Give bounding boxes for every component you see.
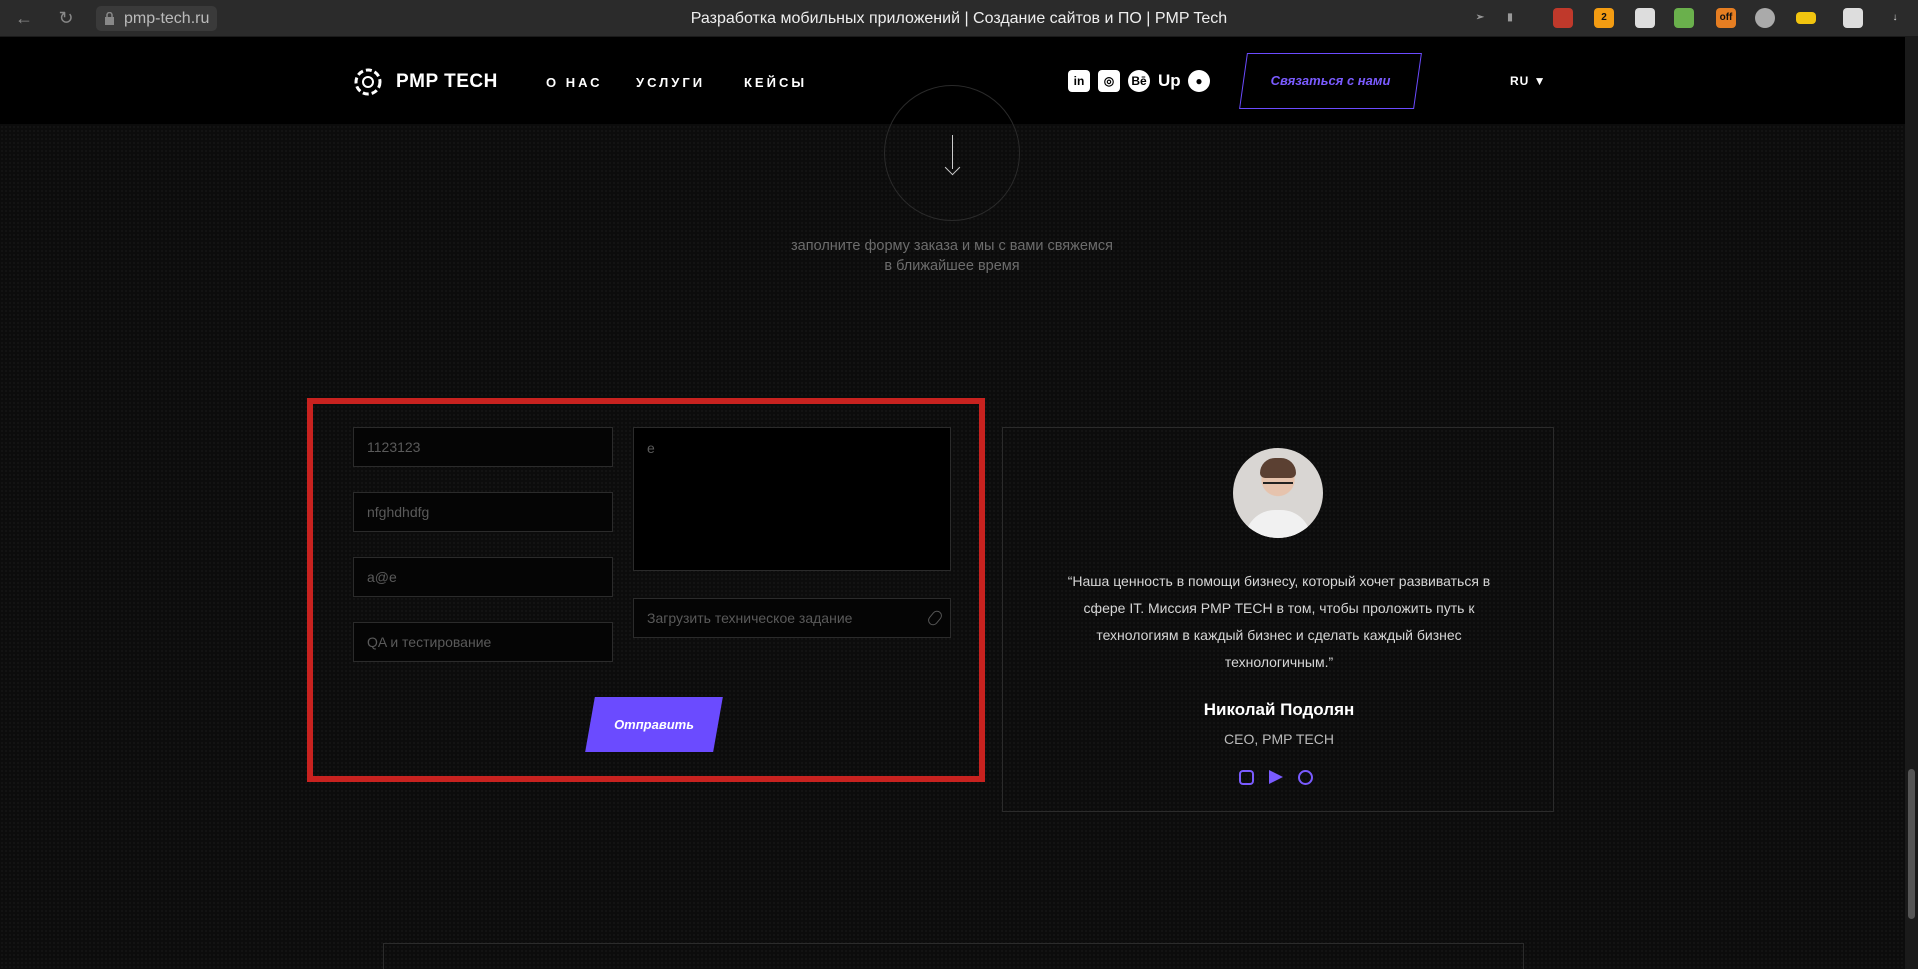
share-icon[interactable]: ➢ xyxy=(1470,8,1490,28)
page-content: PMP TECH О НАС УСЛУГИ КЕЙСЫ in ◎ Bē Up ●… xyxy=(0,37,1905,969)
reload-icon[interactable]: ↻ xyxy=(56,8,76,28)
ceo-quote: “Наша ценность в помощи бизнесу, который… xyxy=(1067,573,1491,670)
lock-icon xyxy=(105,12,114,25)
contact-us-label: Связаться с нами xyxy=(1270,73,1391,88)
bookmark-icon[interactable]: ▮ xyxy=(1500,8,1520,28)
paperclip-icon xyxy=(926,608,944,628)
behance-icon[interactable]: Bē xyxy=(1128,70,1150,92)
browser-toolbar: ← ↻ pmp-tech.ru Разработка мобильных при… xyxy=(0,0,1918,37)
language-value: RU xyxy=(1510,74,1530,88)
whatsapp-icon[interactable] xyxy=(1298,770,1313,785)
contact-us-button[interactable]: Связаться с нами xyxy=(1239,53,1422,109)
back-icon[interactable]: ← xyxy=(14,8,34,28)
url-text: pmp-tech.ru xyxy=(124,10,210,27)
submit-label: Отправить xyxy=(614,717,694,732)
nav-cases[interactable]: КЕЙСЫ xyxy=(744,75,807,90)
logo-icon xyxy=(354,68,382,96)
telegram-icon[interactable] xyxy=(1269,770,1283,784)
github-icon[interactable]: ● xyxy=(1188,70,1210,92)
submit-button[interactable]: Отправить xyxy=(585,697,723,752)
avatar xyxy=(1233,448,1323,538)
address-bar[interactable]: pmp-tech.ru xyxy=(96,6,218,31)
downloads-icon[interactable]: ↓ xyxy=(1885,8,1905,28)
extension-red-icon[interactable] xyxy=(1553,8,1573,28)
name-field[interactable]: 1123123 xyxy=(353,427,613,467)
logo-text: PMP TECH xyxy=(396,71,498,92)
upload-placeholder: Загрузить техническое задание xyxy=(647,610,853,626)
ceo-role: CEO, PMP TECH xyxy=(1224,731,1334,747)
email-field[interactable]: a@e xyxy=(353,557,613,597)
instagram-icon[interactable] xyxy=(1239,770,1254,785)
scrollbar-thumb[interactable] xyxy=(1908,769,1915,919)
service-select[interactable]: QA и тестирование xyxy=(353,622,613,662)
company-field[interactable]: nfghdhdfg xyxy=(353,492,613,532)
ceo-card: “Наша ценность в помощи бизнесу, который… xyxy=(1002,427,1554,812)
language-select[interactable]: RU ▼ xyxy=(1510,74,1547,88)
chevron-down-icon: ▼ xyxy=(1529,74,1547,88)
upload-field[interactable]: Загрузить техническое задание xyxy=(633,598,951,638)
next-section-panel xyxy=(383,943,1524,969)
globe-icon[interactable] xyxy=(1755,8,1775,28)
brave-shield-icon[interactable]: 2 xyxy=(1594,8,1614,28)
form-intro-text: заполните форму заказа и мы с вами свяже… xyxy=(791,238,1113,274)
logo[interactable]: PMP TECH xyxy=(352,66,498,98)
linkedin-icon[interactable]: in xyxy=(1068,70,1090,92)
extension-gnome-icon[interactable] xyxy=(1635,8,1655,28)
nav-about[interactable]: О НАС xyxy=(546,75,603,90)
ceo-socials xyxy=(1239,770,1313,785)
page-title: Разработка мобильных приложений | Создан… xyxy=(690,10,1228,27)
header-socials: in ◎ Bē Up ● xyxy=(1068,70,1210,92)
upwork-icon[interactable]: Up xyxy=(1158,70,1181,92)
battery-icon[interactable] xyxy=(1796,12,1816,24)
message-textarea[interactable]: e xyxy=(633,427,951,571)
instagram-icon[interactable]: ◎ xyxy=(1098,70,1120,92)
extensions-icon[interactable] xyxy=(1843,8,1863,28)
download-extension-icon[interactable] xyxy=(1674,8,1694,28)
nav-services[interactable]: УСЛУГИ xyxy=(636,75,705,90)
ceo-name: Николай Подолян xyxy=(1203,700,1355,719)
scrollbar[interactable] xyxy=(1905,37,1918,969)
extension-off-icon[interactable]: off xyxy=(1716,8,1736,28)
